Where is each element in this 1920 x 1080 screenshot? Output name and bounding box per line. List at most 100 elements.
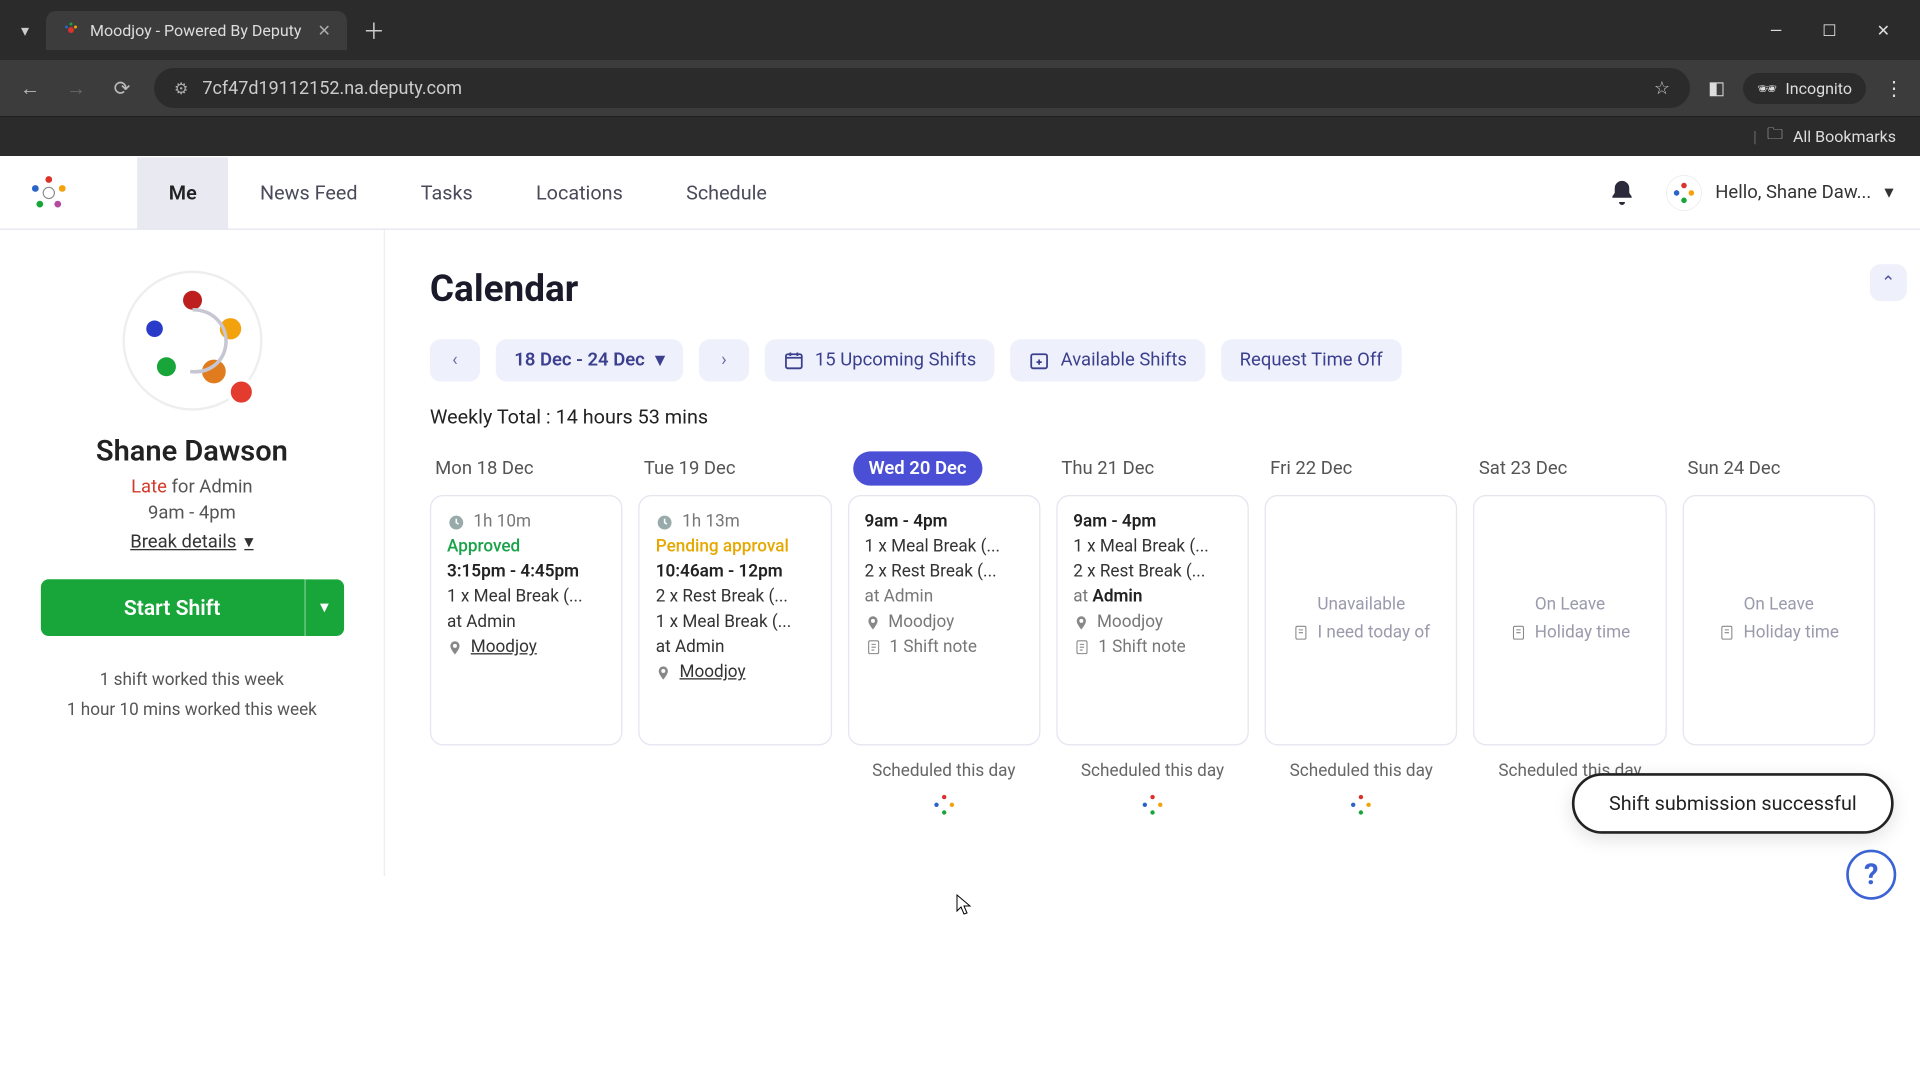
location-pin-icon [864,613,880,631]
side-panel-icon[interactable]: ◧ [1708,78,1725,99]
duration-text: 1h 10m [473,512,531,532]
upcoming-shifts-button[interactable]: 15 Upcoming Shifts [765,339,995,381]
shift-card[interactable]: 1h 13m Pending approval 10:46am - 12pm 2… [639,495,832,746]
browser-tab[interactable]: Moodjoy - Powered By Deputy ✕ [46,11,347,50]
prev-week-button[interactable]: ‹ [430,339,480,381]
collapse-section-button[interactable]: ⌃ [1870,264,1907,301]
scheduled-cell: Scheduled this day [1056,761,1249,823]
date-range-picker[interactable]: 18 Dec - 24 Dec ▾ [496,339,683,381]
calendar-toolbar: ‹ 18 Dec - 24 Dec ▾ › 15 Upcoming Shifts… [430,339,1875,381]
minimize-icon[interactable]: — [1770,21,1783,40]
available-shifts-button[interactable]: Available Shifts [1011,339,1206,381]
bookmark-star-icon[interactable]: ☆ [1654,78,1670,99]
location-link[interactable]: Moodjoy [471,637,537,657]
status-badge: Approved [447,537,606,557]
upcoming-shifts-label: 15 Upcoming Shifts [815,350,976,371]
leave-title: On Leave [1535,595,1605,615]
forward-button[interactable]: → [62,76,90,101]
day-header-sun[interactable]: Sun 24 Dec [1682,450,1875,487]
note-icon [1292,624,1309,641]
day-cards: 1h 10m Approved 3:15pm - 4:45pm 1 x Meal… [430,495,1875,746]
user-menu[interactable]: Hello, Shane Daw... ▾ [1665,174,1894,211]
nav-locations[interactable]: Locations [504,157,654,228]
nav-me[interactable]: Me [137,157,228,228]
location-pin-icon [656,663,672,681]
back-button[interactable]: ← [16,76,44,101]
request-time-off-button[interactable]: Request Time Off [1221,339,1401,381]
shift-note-text: 1 Shift note [1098,637,1185,657]
day-header-mon[interactable]: Mon 18 Dec [430,450,623,487]
address-bar[interactable]: ⚙ 7cf47d19112152.na.deputy.com ☆ [154,68,1690,108]
unavailable-card[interactable]: Unavailable I need today of [1265,495,1458,746]
at-text: at Admin [656,637,815,657]
calendar-plus-icon [1029,350,1050,371]
avatar-icon [1665,174,1702,211]
status-late-text: Late [131,476,167,497]
leave-card[interactable]: On Leave Holiday time [1474,495,1667,746]
help-button[interactable]: ? [1846,850,1896,900]
status-context-text: for Admin [167,476,253,497]
nav-schedule[interactable]: Schedule [654,157,798,228]
shift-note-text: 1 Shift note [890,637,977,657]
caret-down-icon: ▾ [655,350,664,371]
site-info-icon[interactable]: ⚙ [174,79,188,98]
break-details-link[interactable]: Break details ▾ [130,532,253,553]
incognito-indicator[interactable]: 🕶 Incognito [1743,73,1866,104]
incognito-label: Incognito [1785,79,1852,98]
incognito-hat-icon: 🕶 [1757,79,1777,98]
bookmarks-bar: | 🗀 All Bookmarks [0,116,1920,156]
location-link[interactable]: Moodjoy [680,662,746,682]
next-week-button[interactable]: › [699,339,749,381]
maximize-icon[interactable]: ☐ [1822,21,1836,40]
tab-list-button[interactable]: ▾ [10,15,40,45]
browser-menu-icon[interactable]: ⋮ [1884,76,1904,100]
at-text: at Admin [1073,587,1232,607]
meal-break-text: 1 x Meal Break (... [656,612,815,632]
chevron-down-icon: ▾ [244,532,253,553]
note-icon [1510,624,1527,641]
note-icon [1073,639,1090,656]
close-window-icon[interactable]: ✕ [1877,21,1890,40]
loading-swirl-icon [931,792,957,818]
browser-toolbar: ← → ⟳ ⚙ 7cf47d19112152.na.deputy.com ☆ ◧… [0,60,1920,116]
close-tab-icon[interactable]: ✕ [317,21,330,40]
weekly-total-value: 14 hours 53 mins [551,405,708,429]
rest-break-text: 2 x Rest Break (... [656,587,815,607]
day-header-thu[interactable]: Thu 21 Dec [1056,450,1249,487]
shift-card[interactable]: 1h 10m Approved 3:15pm - 4:45pm 1 x Meal… [430,495,623,746]
clock-icon [447,513,465,531]
browser-tab-title: Moodjoy - Powered By Deputy [90,21,301,40]
new-tab-button[interactable]: ＋ [353,14,395,46]
shift-card[interactable]: 9am - 4pm 1 x Meal Break (... 2 x Rest B… [1056,495,1249,746]
toast-notification: Shift submission successful [1572,773,1894,834]
rest-break-text: 2 x Rest Break (... [1073,562,1232,582]
day-header-fri[interactable]: Fri 22 Dec [1265,450,1458,487]
location-text: Moodjoy [888,612,954,632]
day-header-wed[interactable]: Wed 20 Dec [847,450,1040,487]
nav-tasks[interactable]: Tasks [389,157,504,228]
location-pin-icon [447,638,463,656]
shift-card[interactable]: 9am - 4pm 1 x Meal Break (... 2 x Rest B… [847,495,1040,746]
day-header-tue[interactable]: Tue 19 Dec [639,450,832,487]
note-icon [864,639,881,656]
notifications-icon[interactable] [1607,178,1636,207]
scheduled-label: Scheduled this day [1056,761,1249,781]
day-header-sat[interactable]: Sat 23 Dec [1474,450,1667,487]
location-pin-icon [1073,613,1089,631]
profile-avatar[interactable] [121,269,263,411]
brand-logo[interactable] [26,170,71,215]
user-greeting: Hello, Shane Daw... [1715,182,1871,203]
leave-card[interactable]: On Leave Holiday time [1682,495,1875,746]
reload-button[interactable]: ⟳ [108,76,136,100]
week-stats: 1 shift worked this week 1 hour 10 mins … [67,665,317,727]
nav-news-feed[interactable]: News Feed [228,157,389,228]
profile-name: Shane Dawson [96,436,288,469]
start-shift-dropdown[interactable]: ▾ [304,579,344,636]
loading-swirl-icon [1348,792,1374,818]
time-range: 10:46am - 12pm [656,562,815,582]
all-bookmarks-link[interactable]: All Bookmarks [1793,127,1896,146]
shift-time-text: 9am - 4pm [148,503,236,524]
chevron-down-icon: ▾ [1884,182,1893,203]
top-nav: Me News Feed Tasks Locations Schedule He… [0,156,1920,230]
start-shift-button[interactable]: Start Shift [40,579,304,636]
